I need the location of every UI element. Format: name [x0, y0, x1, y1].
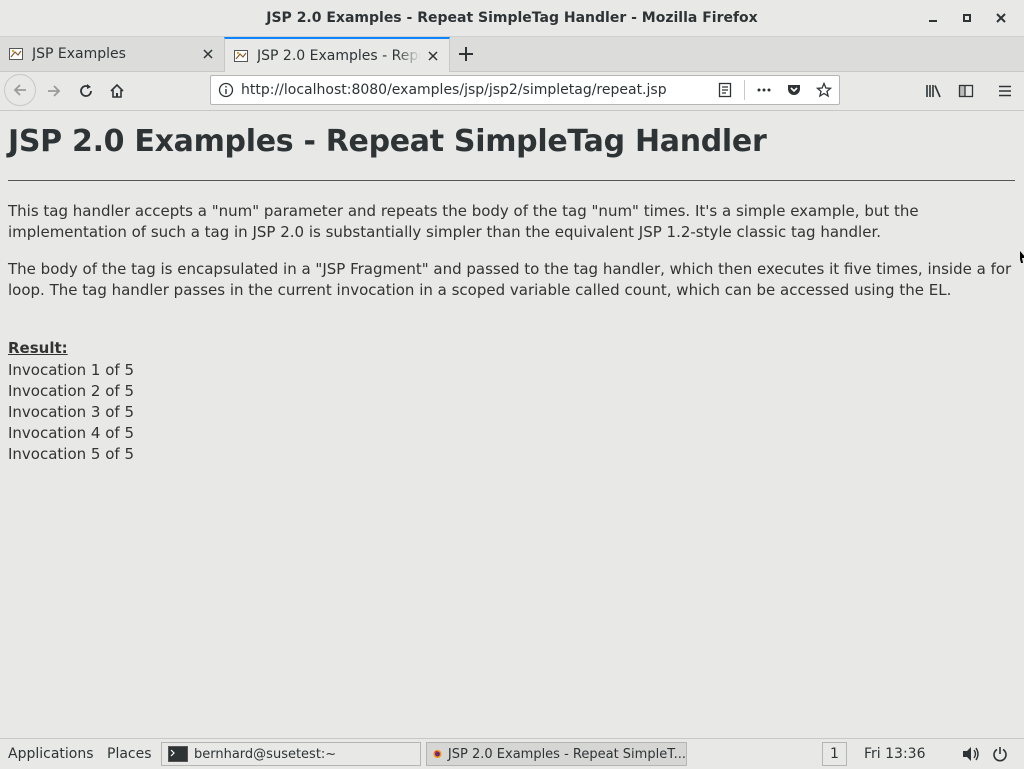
- firefox-icon: [433, 749, 442, 759]
- minimize-icon: [929, 20, 937, 22]
- more-horizontal-icon: [757, 88, 771, 92]
- navigation-toolbar: http://localhost:8080/examples/jsp/jsp2/…: [0, 72, 1024, 111]
- hamburger-menu-icon: [999, 85, 1011, 97]
- open-menu-button[interactable]: [989, 75, 1021, 107]
- tab-label: JSP 2.0 Examples - Repeat SimpleTag Hand…: [257, 47, 421, 64]
- reload-button[interactable]: [70, 75, 102, 107]
- window-controls: [916, 0, 1018, 36]
- maximize-button[interactable]: [950, 0, 984, 36]
- url-text[interactable]: http://localhost:8080/examples/jsp/jsp2/…: [241, 82, 710, 98]
- bookmark-star-button[interactable]: [809, 76, 839, 104]
- window-title: JSP 2.0 Examples - Repeat SimpleTag Hand…: [266, 10, 758, 26]
- mouse-pointer-icon: [1020, 251, 1024, 263]
- tab-label: JSP Examples: [32, 46, 126, 62]
- volume-button[interactable]: [962, 739, 980, 769]
- result-label: Result:: [8, 339, 68, 357]
- sidebar-icon: [958, 84, 974, 98]
- power-button[interactable]: [992, 739, 1008, 769]
- power-icon: [993, 747, 1007, 762]
- minimize-button[interactable]: [916, 0, 950, 36]
- description-paragraph-1: This tag handler accepts a "num" paramet…: [8, 202, 919, 241]
- close-window-button[interactable]: [984, 0, 1018, 36]
- url-bar[interactable]: http://localhost:8080/examples/jsp/jsp2/…: [210, 75, 840, 105]
- pocket-button[interactable]: [779, 76, 809, 104]
- site-info-button[interactable]: [211, 82, 241, 98]
- page-icon: [234, 49, 248, 62]
- reader-view-icon: [718, 82, 732, 98]
- invocation-list: Invocation 1 of 5 Invocation 2 of 5 Invo…: [8, 360, 134, 465]
- tab-repeat-simpletag[interactable]: JSP 2.0 Examples - Repeat SimpleTag Hand…: [224, 37, 450, 72]
- library-button[interactable]: [918, 75, 950, 107]
- description-paragraph-2: The body of the tag is encapsulated in a…: [8, 260, 1012, 299]
- firefox-window-label: JSP 2.0 Examples - Repeat SimpleT...: [447, 746, 686, 762]
- tab-jsp-examples[interactable]: JSP Examples: [0, 37, 224, 71]
- invocation-item: Invocation 5 of 5: [8, 445, 135, 463]
- tab-close-button[interactable]: [421, 44, 445, 68]
- invocation-item: Invocation 3 of 5: [8, 403, 135, 421]
- invocation-item: Invocation 1 of 5: [8, 361, 135, 379]
- workspace-switcher[interactable]: 1: [822, 742, 847, 766]
- places-menu[interactable]: Places: [107, 739, 152, 769]
- close-icon: [996, 13, 1006, 23]
- page-heading: JSP 2.0 Examples - Repeat SimpleTag Hand…: [8, 124, 767, 159]
- volume-icon: [963, 747, 979, 761]
- forward-arrow-icon: [48, 85, 61, 97]
- library-icon: [926, 85, 941, 98]
- page-icon: [9, 48, 23, 60]
- page-content: JSP 2.0 Examples - Repeat SimpleTag Hand…: [0, 111, 1024, 738]
- info-icon: [218, 82, 234, 98]
- sidebar-button[interactable]: [950, 75, 982, 107]
- url-bar-divider: [744, 80, 745, 100]
- star-icon: [816, 82, 832, 98]
- back-arrow-icon: [13, 84, 26, 96]
- invocation-item: Invocation 4 of 5: [8, 424, 135, 442]
- home-icon: [110, 83, 124, 98]
- terminal-icon: [168, 746, 188, 762]
- desktop-taskbar: Applications Places bernhard@susetest:~ …: [0, 738, 1024, 769]
- clock[interactable]: Fri 13:36: [864, 739, 925, 769]
- taskbar-firefox-window[interactable]: JSP 2.0 Examples - Repeat SimpleT...: [426, 742, 687, 766]
- applications-menu[interactable]: Applications: [8, 739, 94, 769]
- tab-strip: JSP Examples JSP 2.0 Examples - Repeat S…: [0, 37, 1024, 72]
- taskbar-terminal-window[interactable]: bernhard@susetest:~: [161, 742, 421, 766]
- window-titlebar: JSP 2.0 Examples - Repeat SimpleTag Hand…: [0, 0, 1024, 37]
- reader-view-button[interactable]: [710, 76, 740, 104]
- back-button[interactable]: [4, 74, 36, 106]
- horizontal-rule: [8, 180, 1015, 181]
- terminal-window-label: bernhard@susetest:~: [194, 746, 337, 762]
- home-button[interactable]: [101, 75, 133, 107]
- page-actions-button[interactable]: [749, 76, 779, 104]
- reload-icon: [80, 84, 92, 97]
- tab-close-button[interactable]: [196, 42, 220, 66]
- forward-button[interactable]: [38, 75, 70, 107]
- workspace-number: 1: [830, 746, 839, 762]
- close-icon: [428, 50, 438, 61]
- plus-icon: [459, 47, 473, 61]
- maximize-icon: [963, 14, 971, 22]
- pocket-icon: [788, 85, 800, 95]
- close-icon: [203, 49, 213, 59]
- new-tab-button[interactable]: [452, 37, 480, 71]
- invocation-item: Invocation 2 of 5: [8, 382, 135, 400]
